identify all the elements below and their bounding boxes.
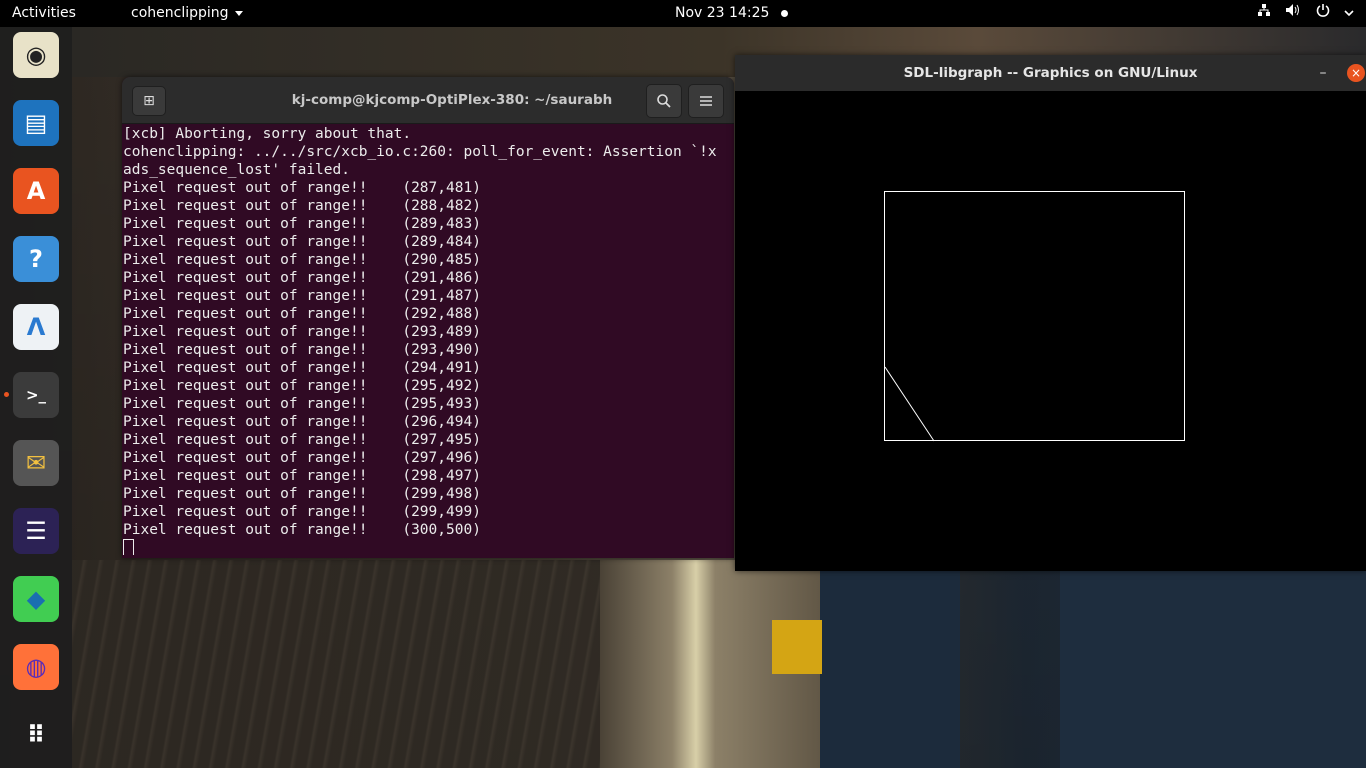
firefox-icon[interactable]: ◍ [13, 644, 59, 690]
terminal-line: Pixel request out of range!! (289,484) [123, 234, 481, 250]
terminal-line: Pixel request out of range!! (291,486) [123, 270, 481, 286]
terminal-line: Pixel request out of range!! (299,498) [123, 486, 481, 502]
terminal-line: Pixel request out of range!! (294,491) [123, 360, 481, 376]
power-icon[interactable] [1316, 0, 1330, 27]
terminal-line: Pixel request out of range!! (293,489) [123, 324, 481, 340]
terminal-line: Pixel request out of range!! (299,499) [123, 504, 481, 520]
new-tab-button[interactable]: ⊞ [132, 86, 166, 116]
help-icon[interactable]: ? [13, 236, 59, 282]
minimize-button[interactable]: – [1315, 64, 1331, 82]
terminal-line: Pixel request out of range!! (295,492) [123, 378, 481, 394]
search-icon [657, 94, 671, 108]
android-studio-icon[interactable]: Λ [13, 304, 59, 350]
qtcreator-icon[interactable]: ◆ [13, 576, 59, 622]
terminal-output[interactable]: [xcb] Aborting, sorry about that. cohencl… [123, 125, 734, 555]
new-tab-icon: ⊞ [143, 93, 155, 109]
dock: ◉ ▤ A? Λ >_ ✉ ☰ ◆ ◍ ⠿ [0, 27, 72, 768]
terminal-line: Pixel request out of range!! (297,495) [123, 432, 481, 448]
terminal-titlebar[interactable]: ⊞ kj-comp@kjcomp-OptiPlex-380: ~/saurabh [122, 77, 734, 124]
network-icon[interactable] [1257, 0, 1271, 27]
libreoffice-writer-icon[interactable]: ▤ [13, 100, 59, 146]
chevron-down-icon [234, 10, 243, 16]
show-apps-icon[interactable]: ⠿ [13, 712, 59, 758]
close-button[interactable]: × [1347, 64, 1365, 82]
chevron-down-icon[interactable] [1344, 0, 1354, 27]
terminal-line: Pixel request out of range!! (287,481) [123, 180, 481, 196]
activities-button[interactable]: Activities [12, 0, 76, 27]
email-search-icon[interactable]: ✉ [13, 440, 59, 486]
clipped-line-segment [884, 366, 935, 442]
wallpaper-pillar [820, 570, 960, 768]
menu-button[interactable] [688, 84, 724, 118]
search-button[interactable] [646, 84, 682, 118]
terminal-line: Pixel request out of range!! (300,500) [123, 522, 481, 538]
wallpaper-tracks [72, 560, 632, 768]
terminal-line: Pixel request out of range!! (292,488) [123, 306, 481, 322]
app-menu-label: cohenclipping [131, 5, 229, 21]
clipping-window-rect [884, 191, 1185, 441]
terminal-line: Pixel request out of range!! (296,494) [123, 414, 481, 430]
clock-label: Nov 23 14:25 [675, 5, 770, 21]
ubuntu-software-icon[interactable]: A [13, 168, 59, 214]
terminal-line: [xcb] Aborting, sorry about that. [123, 126, 412, 142]
sdl-titlebar[interactable]: SDL-libgraph -- Graphics on GNU/Linux – … [735, 55, 1366, 91]
terminal-cursor [123, 539, 134, 555]
terminal-title: kj-comp@kjcomp-OptiPlex-380: ~/saurabh [291, 92, 613, 108]
eclipse-icon[interactable]: ☰ [13, 508, 59, 554]
terminal-line: ads_sequence_lost' failed. [123, 162, 350, 178]
clock[interactable]: Nov 23 14:25 [675, 0, 789, 27]
terminal-line: Pixel request out of range!! (290,485) [123, 252, 481, 268]
volume-icon[interactable] [1285, 0, 1301, 27]
rhythmbox-icon[interactable]: ◉ [13, 32, 59, 78]
close-icon: × [1350, 66, 1362, 80]
terminal-line: Pixel request out of range!! (297,496) [123, 450, 481, 466]
terminal-line: Pixel request out of range!! (298,497) [123, 468, 481, 484]
terminal-line: Pixel request out of range!! (288,482) [123, 198, 481, 214]
app-menu[interactable]: cohenclipping [131, 0, 243, 27]
notification-dot-icon [781, 9, 789, 17]
terminal-line: cohenclipping: ../../src/xcb_io.c:260: p… [123, 144, 717, 160]
sdl-canvas [884, 191, 1185, 442]
wallpaper-yellow-post [772, 620, 822, 674]
terminal-window[interactable]: ⊞ kj-comp@kjcomp-OptiPlex-380: ~/saurabh… [122, 77, 734, 558]
sdl-graphics-window[interactable]: SDL-libgraph -- Graphics on GNU/Linux – … [735, 55, 1366, 571]
terminal-line: Pixel request out of range!! (291,487) [123, 288, 481, 304]
minimize-icon: – [1319, 65, 1327, 81]
terminal-line: Pixel request out of range!! (295,493) [123, 396, 481, 412]
running-indicator [4, 392, 9, 397]
hamburger-icon [700, 96, 712, 106]
terminal-line: Pixel request out of range!! (289,483) [123, 216, 481, 232]
sdl-window-title: SDL-libgraph -- Graphics on GNU/Linux [903, 65, 1198, 81]
top-bar: Activities cohenclipping Nov 23 14:25 [0, 0, 1366, 27]
system-tray[interactable] [1247, 0, 1354, 27]
terminal-line: Pixel request out of range!! (293,490) [123, 342, 481, 358]
terminal-prompt-line[interactable] [123, 539, 734, 555]
wallpaper-pillar-right [1060, 570, 1366, 768]
terminal-icon[interactable]: >_ [13, 372, 59, 418]
